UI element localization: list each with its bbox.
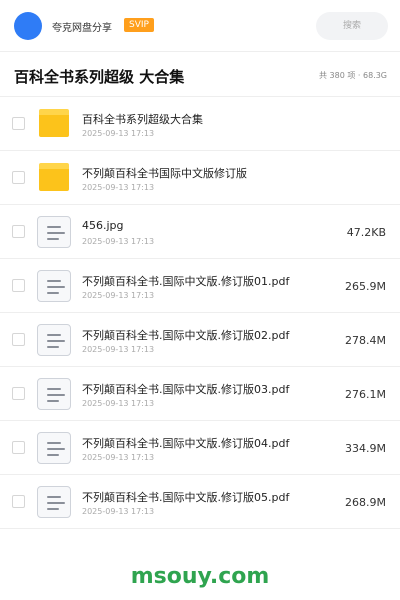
document-icon [37, 270, 71, 302]
file-size: 276.1M [345, 388, 386, 401]
file-row[interactable]: 不列颠百科全书.国际中文版.修订版02.pdf 2025-09-13 17:13 2… [0, 313, 400, 367]
file-row[interactable]: 不列颠百科全书.国际中文版.修订版05.pdf 2025-09-13 17:13 2… [0, 475, 400, 529]
file-name[interactable]: 百科全书系列超级大合集 [82, 111, 332, 127]
svip-badge: SVIP [124, 18, 154, 32]
file-date: 2025-09-13 17:13 [82, 183, 155, 192]
file-name[interactable]: 不列颠百科全书.国际中文版.修订版04.pdf [82, 435, 332, 451]
document-icon [37, 432, 71, 464]
item-summary: 共 380 项 · 68.3G [319, 71, 387, 80]
file-icon-wrap [37, 216, 71, 248]
file-name[interactable]: 不列颠百科全书.国际中文版.修订版03.pdf [82, 381, 332, 397]
file-size: 47.2KB [346, 226, 386, 239]
file-name[interactable]: 不列颠百科全书.国际中文版.修订版02.pdf [82, 327, 332, 343]
file-name[interactable]: 456.jpg [82, 219, 332, 232]
document-icon [37, 216, 71, 248]
select-checkbox[interactable] [12, 171, 25, 184]
file-icon-wrap [37, 486, 71, 518]
select-checkbox[interactable] [12, 225, 25, 238]
file-icon-wrap [37, 162, 71, 194]
file-icon-wrap [37, 324, 71, 356]
folder-icon [39, 163, 69, 191]
select-checkbox[interactable] [12, 279, 25, 292]
share-brand-label: 夸克网盘分享 [52, 23, 112, 34]
page-title: 百科全书系列超级 大合集 [14, 68, 185, 86]
select-checkbox[interactable] [12, 387, 25, 400]
file-date: 2025-09-13 17:13 [82, 345, 155, 354]
file-date: 2025-09-13 17:13 [82, 399, 155, 408]
share-page: 夸克网盘分享 SVIP 百科全书系列超级 大合集 共 380 项 · 68.3G… [0, 0, 400, 600]
file-date: 2025-09-13 17:13 [82, 453, 155, 462]
file-name[interactable]: 不列颠百科全书.国际中文版.修订版01.pdf [82, 273, 332, 289]
file-row[interactable]: 百科全书系列超级大合集 2025-09-13 17:13 [0, 97, 400, 151]
title-bar: 百科全书系列超级 大合集 共 380 项 · 68.3G [0, 53, 400, 97]
select-checkbox[interactable] [12, 495, 25, 508]
file-size: 278.4M [345, 334, 386, 347]
file-row[interactable]: 456.jpg 2025-09-13 17:13 47.2KB [0, 205, 400, 259]
footer: msouy.com [0, 546, 400, 600]
file-date: 2025-09-13 17:13 [82, 129, 155, 138]
file-date: 2025-09-13 17:13 [82, 291, 155, 300]
file-size: 334.9M [345, 442, 386, 455]
file-size: 268.9M [345, 496, 386, 509]
file-size: 265.9M [345, 280, 386, 293]
document-icon [37, 324, 71, 356]
file-date: 2025-09-13 17:13 [82, 237, 155, 246]
file-icon-wrap [37, 432, 71, 464]
avatar[interactable] [14, 12, 42, 40]
file-date: 2025-09-13 17:13 [82, 507, 155, 516]
file-row[interactable]: 不列颠百科全书.国际中文版.修订版04.pdf 2025-09-13 17:13 3… [0, 421, 400, 475]
file-name[interactable]: 不列颠百科全书国际中文版修订版 [82, 165, 332, 181]
site-watermark: msouy.com [130, 564, 270, 589]
header-bar: 夸克网盘分享 SVIP [0, 0, 400, 52]
file-name[interactable]: 不列颠百科全书.国际中文版.修订版05.pdf [82, 489, 332, 505]
file-icon-wrap [37, 378, 71, 410]
file-icon-wrap [37, 270, 71, 302]
search-input[interactable] [316, 12, 388, 40]
file-row[interactable]: 不列颠百科全书国际中文版修订版 2025-09-13 17:13 [0, 151, 400, 205]
file-icon-wrap [37, 108, 71, 140]
document-icon [37, 378, 71, 410]
select-checkbox[interactable] [12, 333, 25, 346]
document-icon [37, 486, 71, 518]
file-row[interactable]: 不列颠百科全书.国际中文版.修订版01.pdf 2025-09-13 17:13 2… [0, 259, 400, 313]
file-list: 百科全书系列超级大合集 2025-09-13 17:13 不列颠百科全书国际中文版修… [0, 97, 400, 529]
select-checkbox[interactable] [12, 441, 25, 454]
file-row[interactable]: 不列颠百科全书.国际中文版.修订版03.pdf 2025-09-13 17:13 2… [0, 367, 400, 421]
folder-icon [39, 109, 69, 137]
select-checkbox[interactable] [12, 117, 25, 130]
